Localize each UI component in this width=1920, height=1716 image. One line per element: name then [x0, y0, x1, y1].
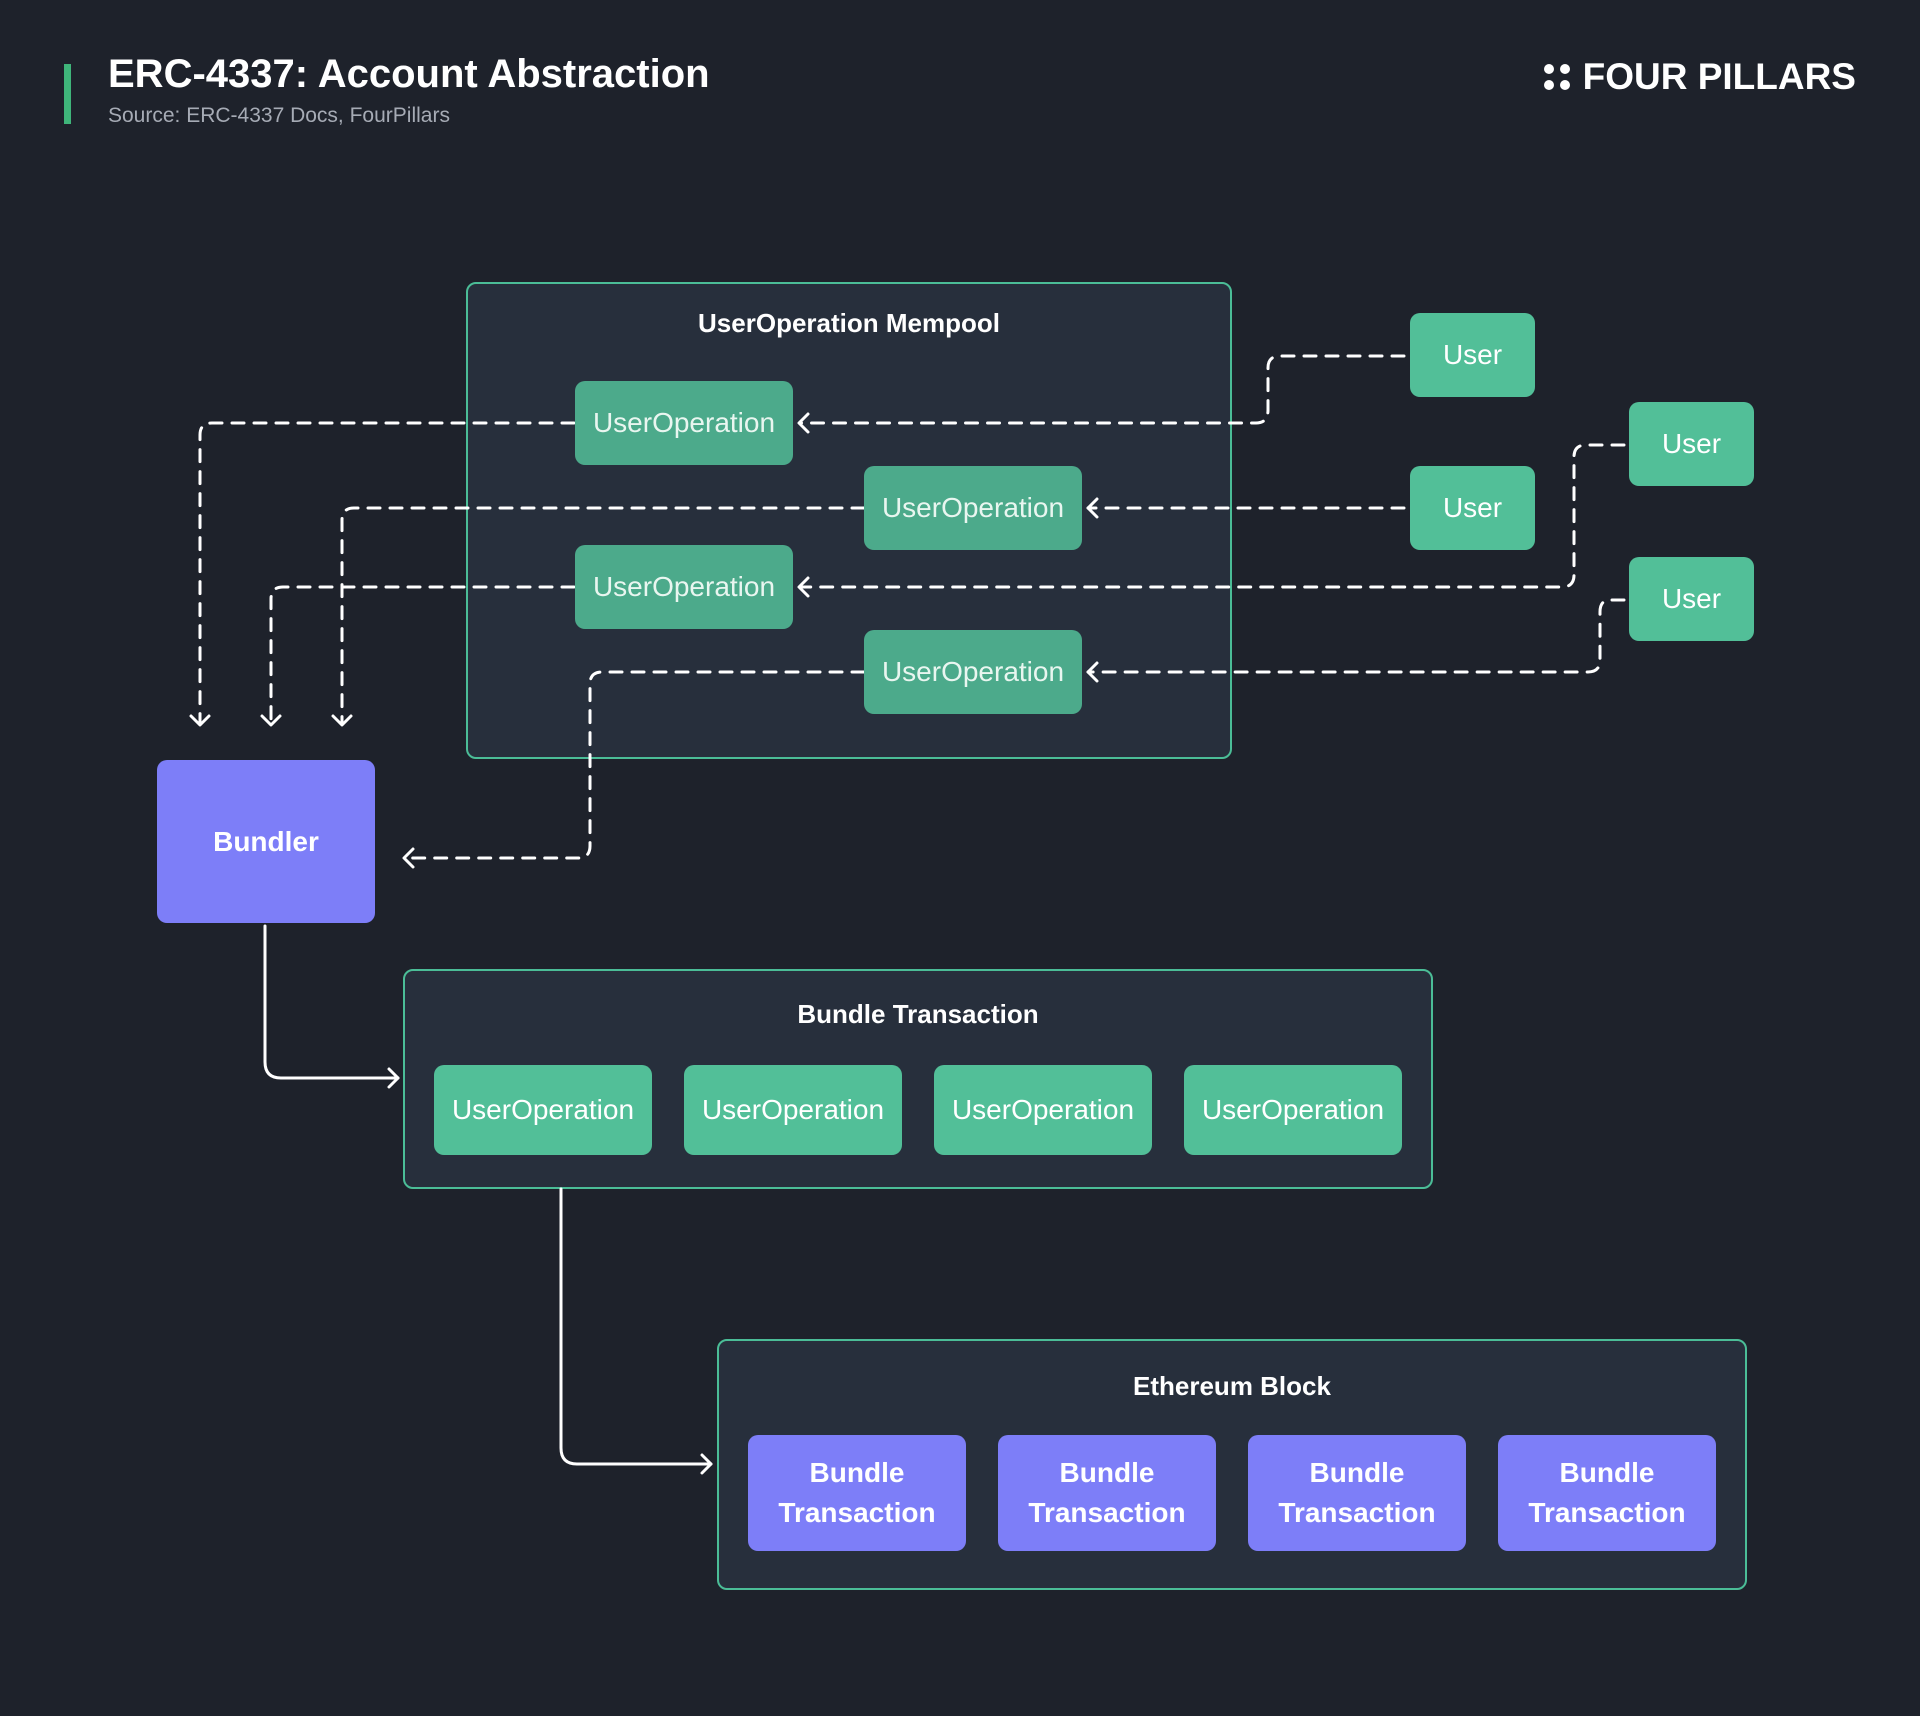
- block-bundle-transaction: Bundle Transaction: [1498, 1435, 1716, 1551]
- bundle-user-operation: UserOperation: [434, 1065, 652, 1155]
- bundler-node: Bundler: [157, 760, 375, 923]
- mempool-user-operation: UserOperation: [575, 381, 793, 465]
- bundle-user-operation: UserOperation: [1184, 1065, 1402, 1155]
- user-node: User: [1410, 313, 1535, 397]
- mempool-user-operation: UserOperation: [864, 466, 1082, 550]
- block-bundle-transaction-label: Bundle Transaction: [1528, 1457, 1686, 1528]
- connector-op3-to-bundler: [269, 585, 576, 724]
- bundle-user-operation: UserOperation: [684, 1065, 902, 1155]
- block-bundle-transaction: Bundle Transaction: [1248, 1435, 1466, 1551]
- mempool-user-operation: UserOperation: [864, 630, 1082, 714]
- connector-user4-to-op4: [1086, 598, 1626, 674]
- connector-bundle-tx-to-block: [559, 1187, 713, 1466]
- block-bundle-transaction: Bundle Transaction: [748, 1435, 966, 1551]
- block-bundle-transaction: Bundle Transaction: [998, 1435, 1216, 1551]
- connector-op4-to-bundler: [404, 670, 866, 860]
- mempool-user-operation: UserOperation: [575, 545, 793, 629]
- connector-user1-to-op1: [798, 354, 1406, 425]
- block-bundle-transaction-label: Bundle Transaction: [1278, 1457, 1436, 1528]
- user-node: User: [1629, 402, 1754, 486]
- connector-bundler-to-bundle-tx: [263, 924, 400, 1080]
- block-bundle-transaction-label: Bundle Transaction: [1028, 1457, 1186, 1528]
- arrowhead-op1: [797, 412, 810, 434]
- bundle-user-operation: UserOperation: [934, 1065, 1152, 1155]
- connector-op1-to-bundler: [198, 421, 576, 724]
- user-node: User: [1629, 557, 1754, 641]
- user-node: User: [1410, 466, 1535, 550]
- block-bundle-transaction-label: Bundle Transaction: [778, 1457, 936, 1528]
